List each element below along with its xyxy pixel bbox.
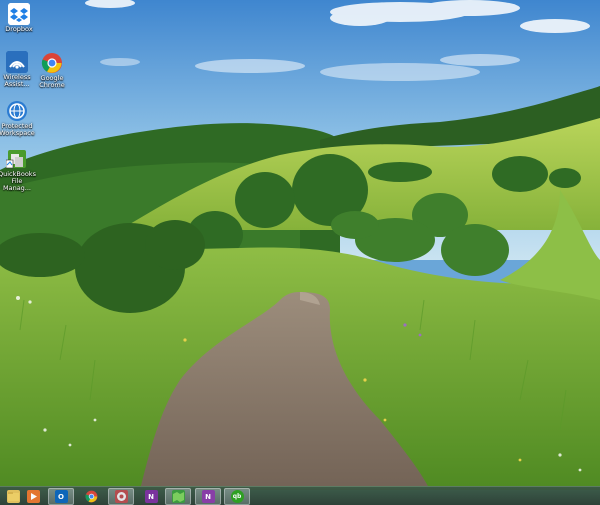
chrome-icon: [85, 490, 98, 503]
wireless-icon: [6, 51, 28, 73]
outlook-icon: O: [54, 490, 68, 503]
desktop-icon-dropbox[interactable]: Dropbox: [0, 3, 38, 33]
protected-workspace-icon: [6, 100, 28, 122]
taskbar-photo-app[interactable]: [108, 488, 134, 505]
desktop-icon-google-chrome[interactable]: Google Chrome: [33, 52, 71, 89]
file-explorer-icon: [6, 490, 20, 503]
taskbar-quickbooks[interactable]: qb: [224, 488, 250, 505]
desktop-icon-wireless-assist[interactable]: Wireless Assist...: [0, 51, 36, 88]
taskbar: O N N qb: [0, 486, 600, 505]
taskbar-maps[interactable]: [165, 488, 191, 505]
desktop-icon-label: Protected Workspace: [0, 122, 35, 137]
quickbooks-file-manager-icon: [5, 148, 28, 170]
photo-app-icon: [114, 490, 128, 503]
media-player-icon: [26, 490, 40, 503]
desktop-icon-label: QuickBooks File Manag...: [0, 170, 36, 192]
desktop-icon-label: Wireless Assist...: [3, 73, 31, 88]
quickbooks-icon: qb: [230, 490, 244, 503]
desktop: Dropbox Wireless Assist... Google Chrome: [0, 0, 600, 505]
dropbox-icon: [8, 3, 30, 25]
onenote-notes-icon: N: [201, 490, 215, 503]
maps-icon: [171, 490, 185, 503]
wallpaper: [0, 0, 600, 490]
desktop-icon-label: Dropbox: [5, 25, 33, 33]
chrome-icon: [41, 52, 63, 74]
taskbar-outlook[interactable]: O: [48, 488, 74, 505]
taskbar-media-player[interactable]: [20, 488, 46, 505]
taskbar-onenote[interactable]: N: [138, 488, 164, 505]
taskbar-chrome[interactable]: [78, 488, 104, 505]
desktop-icon-protected-workspace[interactable]: Protected Workspace: [0, 100, 36, 137]
taskbar-onenote-notes[interactable]: N: [195, 488, 221, 505]
desktop-icon-quickbooks-file-manager[interactable]: QuickBooks File Manag...: [0, 148, 36, 192]
onenote-icon: N: [144, 490, 158, 503]
desktop-icon-label: Google Chrome: [39, 74, 65, 89]
